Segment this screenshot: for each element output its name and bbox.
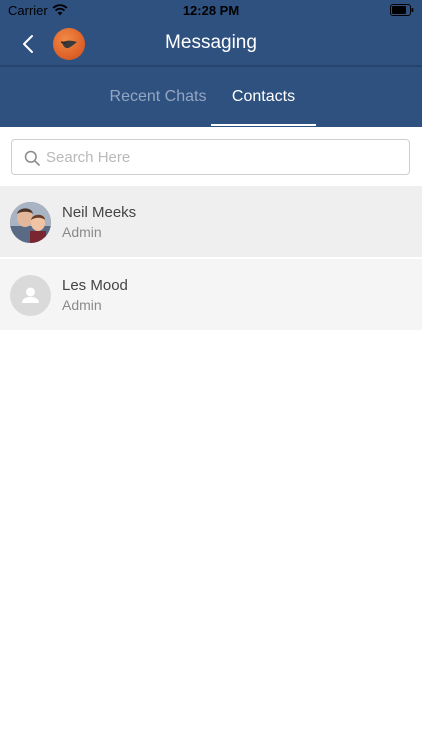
search-icon [24,150,40,166]
status-time: 12:28 PM [182,3,240,18]
battery-icon [390,4,414,16]
active-tab-indicator [211,124,316,126]
search-bar [11,139,410,175]
nav-bar: Messaging [0,22,422,66]
tab-label: Recent Chats [109,88,207,105]
contact-list-item[interactable]: Les Mood Admin [0,259,422,330]
contact-name: Neil Meeks [62,204,137,221]
messaging-screen: Carrier 12:28 PM Messaging Recent Chats … [0,0,422,750]
contact-role: Admin [62,224,102,240]
contact-role: Admin [62,297,102,313]
tab-bar: Recent Chats Contacts [0,67,422,127]
tab-recent-chats[interactable]: Recent Chats [106,67,210,127]
page-title: Messaging [165,32,257,53]
avatar [10,202,51,243]
tab-contacts[interactable]: Contacts [211,67,316,127]
contact-photo [10,202,51,243]
avatar [10,275,51,316]
tab-label: Contacts [231,88,296,105]
search-input[interactable] [46,140,401,174]
header: Carrier 12:28 PM Messaging Recent Chats … [0,0,422,127]
contact-name: Les Mood [62,277,128,294]
contact-list-item[interactable]: Neil Meeks Admin [0,186,422,257]
default-person-icon [22,287,39,303]
status-bar: Carrier 12:28 PM [0,0,422,22]
